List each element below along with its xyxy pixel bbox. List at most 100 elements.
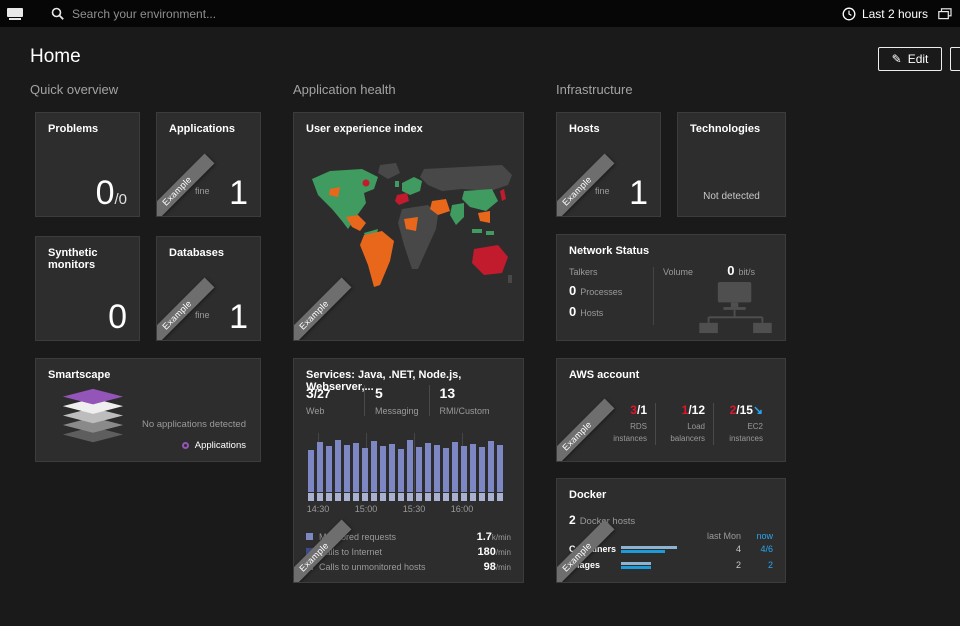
tile-title: Problems [48, 123, 99, 135]
bar [335, 440, 341, 501]
tile-hosts[interactable]: Hosts fine 1 Example [556, 112, 661, 217]
stat-rmi-custom: 13 RMI/Custom [428, 385, 500, 416]
tile-technologies[interactable]: Technologies Not detected [677, 112, 786, 217]
applications-legend-dot [181, 442, 189, 449]
bar [398, 449, 404, 501]
time-range-selector[interactable]: Last 2 hours [842, 7, 928, 21]
bar [443, 448, 449, 501]
bar [488, 441, 494, 501]
status-label: fine [195, 186, 210, 196]
column-header-now: now [756, 531, 773, 541]
tile-title: Technologies [690, 123, 761, 135]
bar [434, 445, 440, 501]
bar [344, 445, 350, 501]
volume-value: 0 bit/s [727, 263, 755, 278]
bar [380, 446, 386, 501]
bar [308, 450, 314, 501]
tile-title: User experience index [306, 123, 423, 135]
edit-button[interactable]: ✎ Edit [878, 47, 942, 71]
tile-title: Docker [569, 489, 607, 501]
bar [326, 446, 332, 501]
tile-title: Databases [169, 247, 225, 259]
legend-row-calls-internet: Calls to Internet 180/min [306, 544, 511, 559]
time-range-label: Last 2 hours [861, 6, 928, 21]
tile-services[interactable]: Services: Java, .NET, Node.js, Webserver… [293, 358, 524, 583]
smartscape-message: No applications detected [141, 419, 246, 430]
apps-icon [7, 7, 23, 20]
bar [452, 442, 458, 501]
add-tile-button[interactable]: + [950, 47, 960, 71]
trend-down-arrow-icon: ↘ [752, 403, 763, 417]
bar [461, 446, 467, 501]
bar [470, 444, 476, 501]
bar [362, 448, 368, 501]
clock-icon [842, 7, 856, 20]
tile-title: Applications [169, 123, 236, 135]
stat-web: 3/27 Web [306, 385, 331, 416]
search-icon [51, 7, 64, 20]
hosts-count: 1 [629, 174, 648, 213]
images-bars [621, 561, 687, 569]
column-header-last: last Mon [706, 531, 741, 541]
smartscape-legend: Applications [181, 440, 246, 451]
aws-stats: 3/1 RDS instances 1/12 Load balancers 2/15… [597, 403, 771, 445]
search-input[interactable] [72, 6, 392, 21]
bar [479, 447, 485, 501]
bar [407, 440, 413, 501]
services-bar-chart [308, 433, 508, 501]
status-label: fine [595, 186, 610, 196]
section-title-application-health: Application health [293, 82, 396, 97]
tile-smartscape[interactable]: Smartscape No applications detected Appl… [35, 358, 261, 462]
legend-row-calls-unmonitored: Calls to unmonitored hosts 98/min [306, 559, 511, 574]
tile-problems[interactable]: Problems 0/0 [35, 112, 140, 217]
bar [425, 443, 431, 501]
services-x-axis: 14:30 15:00 15:30 16:00 [306, 504, 474, 514]
smartscape-layers-icon [62, 388, 124, 443]
problems-count: 0/0 [95, 174, 127, 213]
tile-title: Hosts [569, 123, 600, 135]
tile-network-status[interactable]: Network Status Talkers 0 Processes 0 Hosts… [556, 234, 786, 341]
network-talkers-block: Talkers 0 Processes 0 Hosts [569, 267, 623, 319]
volume-label: Volume [663, 267, 694, 277]
apps-menu-button[interactable] [0, 0, 30, 27]
tile-title: Synthetic monitors [48, 247, 98, 271]
stat-ec2: 2/15↘ EC2 instances [713, 403, 771, 445]
network-topology-icon [699, 282, 772, 334]
technologies-message: Not detected [703, 191, 760, 202]
tile-docker[interactable]: Docker 2Docker hosts last Mon now Contai… [556, 478, 786, 583]
services-stats: 3/27 Web 5 Messaging 13 RMI/Custom [306, 385, 500, 416]
search-button[interactable] [42, 0, 72, 27]
section-title-infrastructure: Infrastructure [556, 82, 633, 97]
bar [389, 444, 395, 501]
legend-label: Applications [194, 440, 246, 451]
tile-applications[interactable]: Applications fine 1 Example [156, 112, 261, 217]
synthetic-count: 0 [108, 298, 127, 337]
stat-messaging: 5 Messaging [364, 385, 429, 416]
dynatrace-dashboard: Last 2 hours Home ✎ Edit + Quick overvie… [0, 0, 960, 626]
topbar: Last 2 hours [0, 0, 960, 27]
docker-row-containers: Containers 4 4/6 [569, 543, 773, 555]
gridline [414, 433, 415, 501]
legend-swatch [306, 533, 313, 540]
tile-user-experience-index[interactable]: User experience index Example [293, 112, 524, 341]
edit-button-label: Edit [907, 52, 929, 66]
bar [416, 447, 422, 501]
docker-row-images: Images 2 2 [569, 560, 773, 570]
window-restore-icon[interactable] [938, 7, 952, 20]
applications-count: 1 [229, 174, 248, 213]
containers-bars [621, 545, 687, 553]
talkers-label: Talkers [569, 267, 598, 277]
bar [353, 443, 359, 501]
databases-count: 1 [229, 298, 248, 337]
page-title: Home [30, 46, 81, 67]
tile-title: Smartscape [48, 369, 111, 381]
tile-databases[interactable]: Databases fine 1 Example [156, 236, 261, 341]
tile-aws-account[interactable]: AWS account 3/1 RDS instances 1/12 Load ba… [556, 358, 786, 462]
tile-synthetic-monitors[interactable]: Synthetic monitors 0 [35, 236, 140, 341]
divider [653, 267, 654, 325]
stat-load-balancers: 1/12 Load balancers [655, 403, 713, 445]
topbar-right: Last 2 hours [842, 7, 960, 21]
status-label: fine [195, 310, 210, 320]
section-title-quick-overview: Quick overview [30, 82, 119, 97]
tile-title: AWS account [569, 369, 640, 381]
